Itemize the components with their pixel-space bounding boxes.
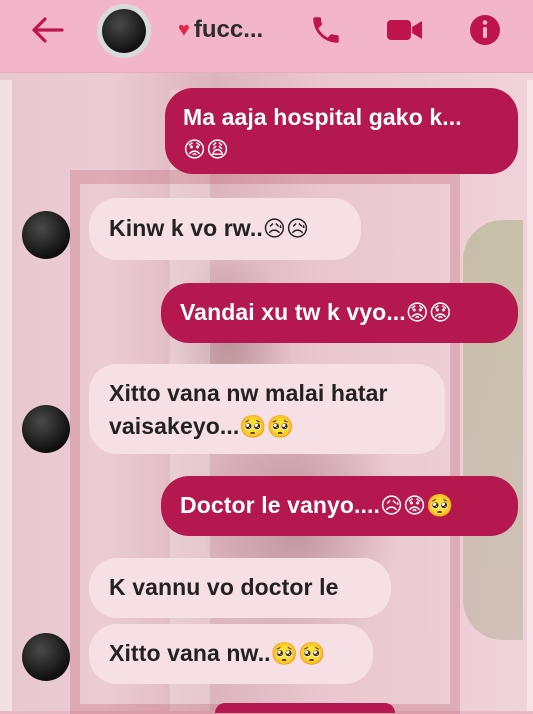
message-emoji: 😥😟🥺 xyxy=(380,494,454,519)
contact-avatar[interactable] xyxy=(97,4,151,58)
background-edge xyxy=(0,80,12,711)
message-text: K vannu vo doctor le xyxy=(109,574,339,600)
message-bubble-outgoing-partial[interactable] xyxy=(215,703,395,713)
sender-avatar[interactable] xyxy=(22,405,70,453)
message-bubble-incoming[interactable]: Kinw k vo rw..😥😥 xyxy=(89,198,361,260)
message-emoji: 🥺🥺 xyxy=(239,415,295,440)
phone-icon xyxy=(313,17,339,43)
message-bubble-outgoing[interactable]: Doctor le vanyo....😥😟🥺 xyxy=(161,476,518,536)
message-text: Doctor le vanyo.... xyxy=(180,492,381,518)
sender-avatar[interactable] xyxy=(22,211,70,259)
message-text: Xitto vana nw.. xyxy=(109,640,271,666)
message-text: Ma aaja hospital gako k... xyxy=(183,104,462,130)
message-text: Xitto vana nw malai hatar xyxy=(109,380,388,406)
message-bubble-incoming[interactable]: K vannu vo doctor le xyxy=(89,558,391,618)
message-text: Vandai xu tw k vyo... xyxy=(180,299,406,325)
message-emoji: 😟😟 xyxy=(405,301,452,326)
info-button[interactable] xyxy=(465,10,505,50)
sender-avatar[interactable] xyxy=(22,633,70,681)
heart-icon: ♥ xyxy=(178,18,190,41)
message-text-line2: vaisakeyo... xyxy=(109,413,240,439)
message-emoji: 😟😩 xyxy=(183,138,230,163)
message-emoji: 🥺🥺 xyxy=(270,642,326,667)
message-emoji: 😥😥 xyxy=(262,217,309,242)
chat-header: ♥ fucc... xyxy=(0,0,533,73)
info-icon xyxy=(470,15,500,45)
voice-call-button[interactable] xyxy=(306,10,346,50)
message-bubble-incoming[interactable]: Xitto vana nw..🥺🥺 xyxy=(89,624,373,684)
avatar-image xyxy=(102,9,146,53)
back-button[interactable] xyxy=(28,14,68,46)
message-bubble-incoming[interactable]: Xitto vana nw malai hatar vaisakeyo...🥺🥺 xyxy=(89,364,445,454)
message-bubble-outgoing[interactable]: Vandai xu tw k vyo...😟😟 xyxy=(161,283,518,343)
message-text: Kinw k vo rw.. xyxy=(109,215,263,241)
back-arrow-icon xyxy=(32,17,64,43)
video-camera-icon xyxy=(387,20,422,40)
contact-name-text: fucc... xyxy=(193,16,264,43)
message-bubble-outgoing[interactable]: Ma aaja hospital gako k... 😟😩 xyxy=(165,88,518,174)
background-edge xyxy=(527,80,533,711)
video-call-button[interactable] xyxy=(385,10,425,50)
contact-name[interactable]: ♥ fucc... xyxy=(178,14,263,46)
